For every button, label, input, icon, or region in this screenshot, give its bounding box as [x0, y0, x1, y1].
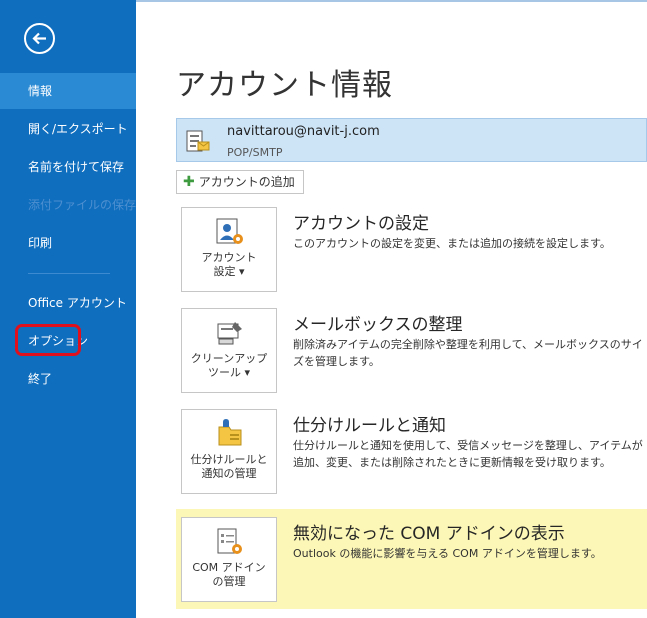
nav-divider [28, 273, 110, 274]
cleanup-tools-label: クリーンアップ ツール ▾ [190, 352, 268, 379]
cleanup-tools-icon [217, 322, 242, 345]
account-settings-button[interactable]: アカウント 設定 ▾ [181, 207, 277, 292]
cleanup-tools-button[interactable]: クリーンアップ ツール ▾ [181, 308, 277, 393]
mailbox-cleanup-title: メールボックスの整理 [293, 315, 463, 335]
com-addins-title: 無効になった COM アドインの表示 [293, 524, 565, 544]
options-highlight-box [15, 324, 81, 356]
account-type: POP/SMTP [227, 146, 283, 159]
com-addins-icon [217, 528, 242, 554]
backstage-sidebar: 情報 開く/エクスポート 名前を付けて保存 添付ファイルの保存 印刷 Offic… [0, 0, 136, 618]
account-email: navittarou@navit-j.com [227, 124, 380, 139]
com-addins-button[interactable]: COM アドイン の管理 [181, 517, 277, 602]
rules-alerts-button[interactable]: 仕分けルールと 通知の管理 [181, 409, 277, 494]
account-settings-label: アカウント 設定 ▾ [201, 251, 257, 278]
nav-open-export[interactable]: 開く/エクスポート [0, 111, 136, 147]
nav-save-attachments: 添付ファイルの保存 [28, 198, 137, 212]
com-addins-label: COM アドイン の管理 [192, 561, 266, 588]
back-button[interactable] [24, 23, 55, 54]
account-settings-description: このアカウントの設定を変更、または追加の接続を設定します。 [293, 237, 611, 250]
com-addins-description: Outlook の機能に影響を与える COM アドインを管理します。 [293, 547, 602, 560]
rules-alerts-icon [218, 419, 242, 446]
page-title: アカウント情報 [176, 68, 393, 103]
mailbox-cleanup-description: 削除済みアイテムの完全削除や整理を利用して、メールボックスのサイズを管理します。 [293, 338, 643, 368]
nav-office-account[interactable]: Office アカウント [0, 285, 136, 321]
account-icon [186, 130, 210, 152]
rules-alerts-title: 仕分けルールと通知 [293, 416, 446, 436]
add-account-label: アカウントの追加 [198, 175, 295, 189]
nav-print[interactable]: 印刷 [0, 225, 136, 261]
rules-alerts-description: 仕分けルールと通知を使用して、受信メッセージを整理し、アイテムが追加、変更、また… [293, 439, 643, 469]
nav-save-as[interactable]: 名前を付けて保存 [0, 149, 136, 185]
back-arrow-icon [32, 32, 46, 45]
account-settings-title: アカウントの設定 [293, 214, 429, 234]
add-account-button[interactable]: ✚ アカウントの追加 [176, 170, 304, 194]
account-settings-icon [216, 218, 243, 244]
plus-icon: ✚ [183, 174, 195, 190]
top-border [136, 0, 647, 2]
account-selector[interactable]: navittarou@navit-j.com POP/SMTP [176, 118, 647, 162]
nav-info[interactable]: 情報 [0, 73, 136, 109]
rules-alerts-label: 仕分けルールと 通知の管理 [190, 453, 268, 480]
nav-exit[interactable]: 終了 [0, 361, 136, 397]
